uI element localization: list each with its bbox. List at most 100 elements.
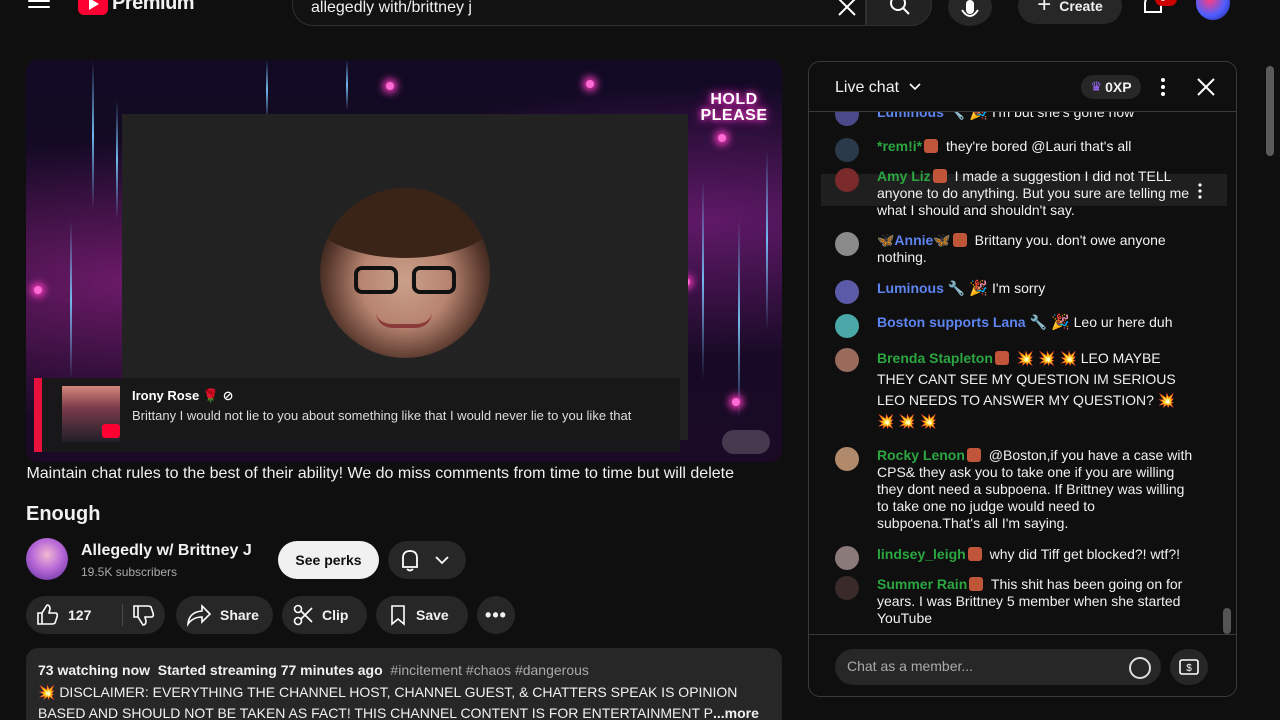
- author-name[interactable]: Luminous: [877, 280, 944, 296]
- description-box[interactable]: 73 watching now Started streaming 77 min…: [26, 648, 782, 720]
- share-button[interactable]: Share: [176, 596, 273, 634]
- chat-message[interactable]: Rocky Lenon @Boston,if you have a case w…: [835, 447, 1195, 532]
- emoji-icon[interactable]: [1129, 657, 1151, 679]
- thumbs-up-icon[interactable]: [26, 596, 70, 634]
- bookmark-icon: [391, 605, 405, 626]
- user-avatar: [835, 138, 859, 162]
- chat-message[interactable]: 🦋Annie🦋 Brittany you. don't owe anyone n…: [835, 232, 1195, 266]
- author-name[interactable]: Boston supports Lana: [877, 314, 1026, 330]
- chat-scrollbar[interactable]: [1223, 608, 1231, 634]
- scissors-icon: [293, 604, 313, 626]
- chat-message[interactable]: Brenda Stapleton 💥 💥 💥 LEO MAYBE THEY CA…: [835, 348, 1195, 432]
- light-streak: [346, 60, 348, 110]
- author-name[interactable]: *rem!i*: [877, 138, 922, 154]
- watching-count: 73 watching now: [38, 662, 151, 678]
- featured-comment-overlay: Irony Rose 🌹 ⊘ Brittany I would not lie …: [34, 378, 680, 452]
- svg-text:$: $: [1186, 663, 1192, 674]
- create-button[interactable]: + Create: [1018, 0, 1122, 24]
- clear-search-icon[interactable]: [834, 0, 860, 20]
- like-dislike-group: 127: [26, 596, 165, 634]
- chat-message[interactable]: Boston supports Lana 🔧 🎉 Leo ur here duh: [835, 314, 1195, 338]
- light-dot: [718, 134, 726, 142]
- notification-badge: 9+: [1155, 0, 1177, 6]
- message-text: I'm sorry: [991, 280, 1046, 296]
- author-name[interactable]: Amy Liz: [877, 168, 931, 184]
- search-button[interactable]: [866, 0, 932, 26]
- member-badge-icon: 🎉: [965, 280, 989, 297]
- light-dot: [732, 398, 740, 406]
- glasses-shape: [354, 266, 458, 294]
- member-badge-icon: [924, 139, 939, 153]
- chat-message[interactable]: Amy Liz I made a suggestion I did not TE…: [835, 168, 1195, 219]
- save-label: Save: [416, 607, 449, 623]
- chat-message[interactable]: Summer Rain This shit has been going on …: [835, 576, 1195, 627]
- member-badge-icon: [967, 547, 982, 561]
- hold-line2: PLEASE: [700, 107, 768, 124]
- menu-icon[interactable]: [28, 0, 50, 14]
- see-perks-button[interactable]: See perks: [278, 541, 379, 579]
- light-streak: [70, 220, 72, 380]
- hold-line1: HOLD: [710, 91, 758, 108]
- light-streak: [116, 100, 118, 220]
- chat-message[interactable]: lindsey_leigh why did Tiff get blocked?!…: [835, 546, 1195, 570]
- more-horizontal-icon: •••: [485, 604, 507, 625]
- voice-search-button[interactable]: [948, 0, 992, 26]
- author-name[interactable]: lindsey_leigh: [877, 546, 966, 562]
- search-input[interactable]: allegedly with/brittney j: [292, 0, 866, 26]
- description-meta: 73 watching now Started streaming 77 min…: [38, 662, 589, 678]
- microphone-icon: [961, 0, 979, 17]
- chat-title[interactable]: Live chat: [835, 79, 899, 97]
- light-streak: [702, 180, 704, 380]
- search-value: allegedly with/brittney j: [311, 0, 472, 16]
- hashtags[interactable]: #incitement #chaos #dangerous: [390, 662, 588, 678]
- author-name[interactable]: Summer Rain: [877, 576, 967, 592]
- close-icon[interactable]: [1195, 76, 1217, 98]
- save-button[interactable]: Save: [376, 596, 468, 634]
- xp-badge[interactable]: ♛ 0XP: [1081, 75, 1141, 99]
- user-avatar: [835, 576, 859, 600]
- chevron-down-icon: [435, 556, 449, 565]
- channel-name[interactable]: Allegedly w/ Brittney J: [81, 542, 252, 560]
- message-menu-icon[interactable]: [1197, 182, 1203, 200]
- chevron-down-icon[interactable]: [909, 81, 921, 93]
- money-icon: $: [1179, 659, 1199, 675]
- author-name[interactable]: 🦋Annie🦋: [877, 232, 951, 248]
- youtube-logo-icon: [78, 0, 108, 15]
- channel-avatar[interactable]: [26, 538, 68, 580]
- like-count[interactable]: 127: [68, 607, 91, 623]
- video-player[interactable]: HOLD PLEASE Irony Rose 🌹 ⊘ Brittany I wo…: [26, 60, 782, 462]
- author-name[interactable]: Rocky Lenon: [877, 447, 965, 463]
- member-badge-icon: [994, 351, 1009, 365]
- chat-input-placeholder: Chat as a member...: [847, 658, 974, 674]
- subscription-notification-button[interactable]: [388, 541, 466, 579]
- author-name[interactable]: Brenda Stapleton: [877, 350, 993, 366]
- user-avatar: [835, 447, 859, 471]
- chat-input[interactable]: Chat as a member...: [835, 649, 1161, 685]
- more-link[interactable]: ...more: [713, 705, 759, 720]
- light-dot: [386, 82, 394, 90]
- kebab-menu-icon[interactable]: [1157, 76, 1169, 98]
- account-avatar[interactable]: [1196, 0, 1230, 20]
- page-scrollbar[interactable]: [1266, 66, 1274, 156]
- user-avatar: [835, 348, 859, 372]
- channel-watermark: [722, 430, 770, 454]
- light-streak: [738, 220, 740, 420]
- chat-input-area: Chat as a member... $: [809, 634, 1236, 696]
- thumbs-down-icon[interactable]: [124, 596, 164, 634]
- share-icon: [186, 604, 212, 627]
- clip-button[interactable]: Clip: [282, 596, 367, 634]
- video-title: Enough: [26, 503, 101, 525]
- chat-message[interactable]: Luminous 🔧 🎉 I'm sorry: [835, 280, 1195, 304]
- member-badge-icon: [969, 577, 984, 591]
- member-badge-icon: [952, 233, 967, 247]
- chat-message[interactable]: *rem!i* they're bored @Lauri that's all: [835, 138, 1195, 162]
- user-avatar: [835, 280, 859, 304]
- more-actions-button[interactable]: •••: [477, 596, 515, 634]
- super-chat-button[interactable]: $: [1170, 649, 1208, 685]
- youtube-premium-logo[interactable]: Premium: [78, 0, 195, 15]
- wrench-icon: 🔧: [943, 280, 966, 296]
- featured-comment-author: Irony Rose 🌹 ⊘: [132, 388, 234, 403]
- wrench-icon: 🔧: [1025, 314, 1047, 330]
- subscriber-count: 19.5K subscribers: [81, 565, 178, 579]
- member-badge-icon: [966, 448, 981, 462]
